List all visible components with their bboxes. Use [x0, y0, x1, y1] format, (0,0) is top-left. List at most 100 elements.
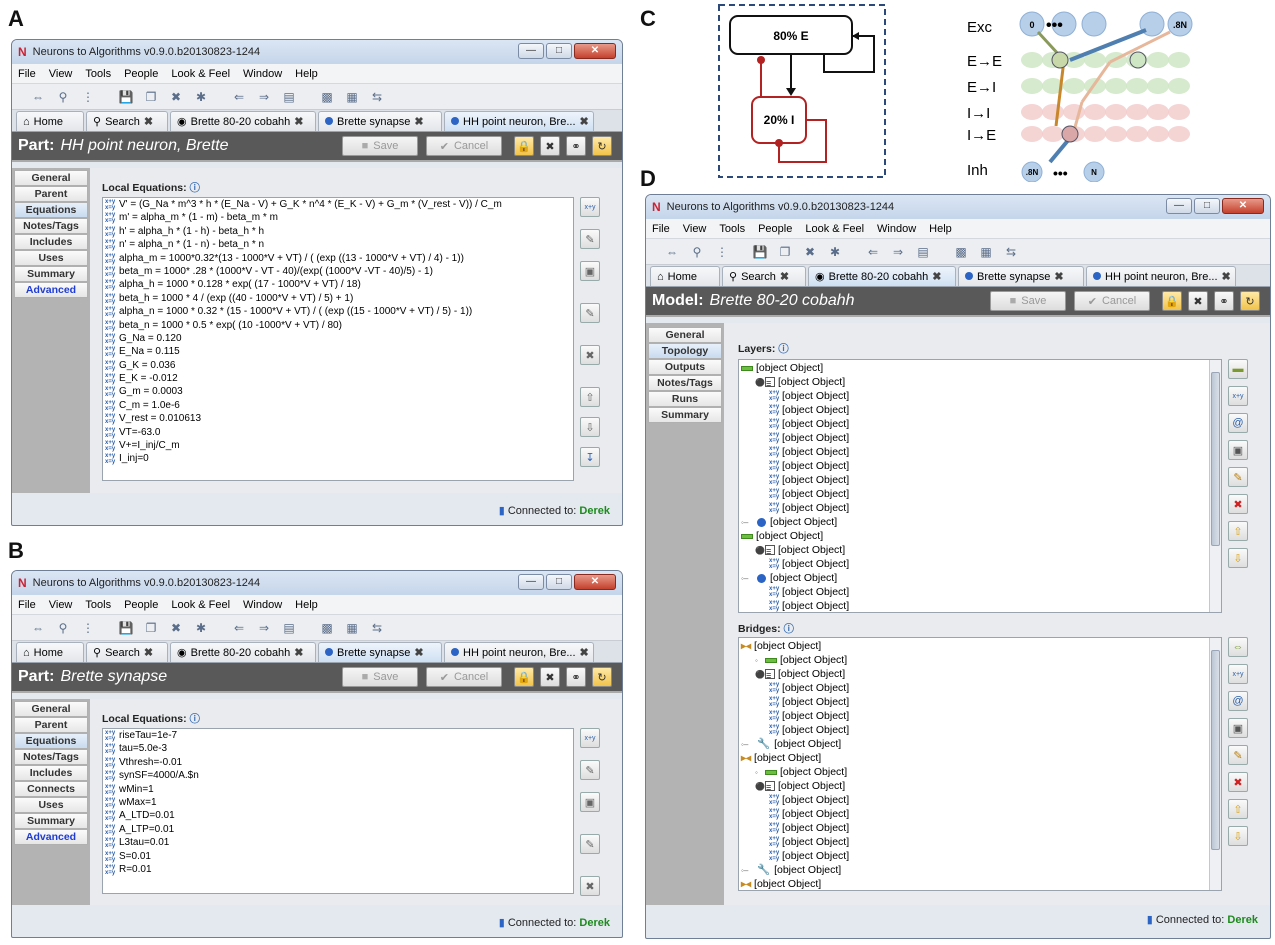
menu-help[interactable]: Help [295, 599, 318, 611]
close-tab-icon[interactable]: ✖ [932, 270, 941, 283]
menu-look-feel[interactable]: Look & Feel [171, 68, 230, 80]
equation-row[interactable]: x+y x=y I_inj=0 [103, 452, 573, 465]
tree-node-eq[interactable]: x+y x=y [object Object] [739, 835, 1209, 849]
save-button[interactable]: ■ Save [342, 136, 418, 156]
tree-node-eq[interactable]: x+y x=y [object Object] [739, 487, 1209, 501]
edit-icon[interactable]: ✎ [580, 229, 600, 249]
tree-node-eq[interactable]: x+y x=y [object Object] [739, 807, 1209, 821]
close-tab-icon[interactable]: ✖ [1222, 270, 1231, 283]
delete-icon[interactable]: ✖ [168, 620, 184, 636]
lock-icon[interactable]: 🔒 [1162, 291, 1182, 311]
tree-node-eq[interactable]: x+y x=y [object Object] [739, 849, 1209, 863]
close-button[interactable]: ✕ [1222, 198, 1264, 214]
menu-file[interactable]: File [18, 599, 36, 611]
sidebar-item-topology[interactable]: Topology [648, 343, 722, 359]
save-all-icon[interactable]: ❐ [143, 89, 159, 105]
tab-brette-synapse[interactable]: Brette synapse ✖ [958, 266, 1084, 286]
close-tab-icon[interactable]: ✖ [414, 115, 423, 128]
tab-home[interactable]: ⌂ Home [16, 642, 84, 662]
close-tab-icon[interactable]: ✖ [144, 646, 153, 659]
add-compartment-icon[interactable]: @ [1228, 691, 1248, 711]
close-tab-icon[interactable]: ✖ [414, 646, 423, 659]
link-icon[interactable]: ⚭ [1214, 291, 1234, 311]
equation-row[interactable]: x+y x=y m' = alpha_m * (1 - m) - beta_m * … [103, 211, 573, 224]
tab-search[interactable]: ⚲ Search ✖ [86, 642, 168, 662]
find-icon[interactable]: ⚲ [55, 620, 71, 636]
swap-icon[interactable]: ⇆ [369, 620, 385, 636]
view-icon[interactable]: ▣ [1228, 718, 1248, 738]
expand-handle-icon[interactable]: ◦– [741, 516, 757, 530]
tab-brette-80-20[interactable]: ◉ Brette 80-20 cobahh ✖ [808, 266, 956, 286]
pencil-icon[interactable]: ✎ [580, 303, 600, 323]
tree-node-eq[interactable]: x+y x=y [object Object] [739, 599, 1209, 612]
save-icon[interactable]: 💾 [118, 89, 134, 105]
expand-handle-icon[interactable]: ◦ [755, 654, 765, 668]
move-up-icon[interactable]: ⇧ [580, 387, 600, 407]
tree-node-conn[interactable]: ◦ [object Object] [739, 653, 1209, 667]
equation-row[interactable]: x+y x=y Vthresh=-0.01 [103, 756, 573, 769]
expand-handle-icon[interactable]: ◦ [755, 766, 765, 780]
add-equation-icon[interactable]: x+y [580, 197, 600, 217]
sidebar-item-equations[interactable]: Equations [14, 733, 88, 749]
find-icon[interactable]: ⚲ [55, 89, 71, 105]
lock-icon[interactable]: 🔒 [514, 136, 534, 156]
menu-help[interactable]: Help [295, 68, 318, 80]
tree-node-eq[interactable]: x+y x=y [object Object] [739, 417, 1209, 431]
equation-row[interactable]: x+y x=y S=0.01 [103, 850, 573, 863]
model-icon[interactable]: ⋮ [80, 89, 96, 105]
tree-node-group[interactable]: ⚫☰ [object Object] [739, 543, 1209, 557]
sidebar-item-general[interactable]: General [14, 701, 88, 717]
close-tab-icon[interactable]: ✖ [580, 115, 589, 128]
tab-brette-80-20[interactable]: ◉ Brette 80-20 cobahh ✖ [170, 111, 316, 131]
menu-look-feel[interactable]: Look & Feel [171, 599, 230, 611]
sidebar-item-summary[interactable]: Summary [648, 407, 722, 423]
add-compartment-icon[interactable]: @ [1228, 413, 1248, 433]
equation-row[interactable]: x+y x=y G_K = 0.036 [103, 359, 573, 372]
lock-icon[interactable]: 🔒 [514, 667, 534, 687]
equation-row[interactable]: x+y x=y V' = (G_Na * m^3 * h * (E_Na - V) … [103, 198, 573, 211]
save-button[interactable]: ■ Save [990, 291, 1066, 311]
equation-row[interactable]: x+y x=y E_K = -0.012 [103, 372, 573, 385]
maximize-button[interactable]: □ [546, 43, 572, 59]
sidebar-item-notes-tags[interactable]: Notes/Tags [14, 749, 88, 765]
equation-row[interactable]: x+y x=y tau=5.0e-3 [103, 742, 573, 755]
equation-row[interactable]: x+y x=y A_LTD=0.01 [103, 809, 573, 822]
tools-icon[interactable]: ✱ [827, 244, 843, 260]
refresh-icon[interactable]: ↻ [592, 136, 612, 156]
tab-brette-80-20[interactable]: ◉ Brette 80-20 cobahh ✖ [170, 642, 316, 662]
menu-people[interactable]: People [758, 223, 792, 235]
tools-icon[interactable]: ✱ [193, 620, 209, 636]
tools-icon[interactable]: ✱ [193, 89, 209, 105]
menu-look-feel[interactable]: Look & Feel [805, 223, 864, 235]
sidebar-item-uses[interactable]: Uses [14, 797, 88, 813]
cancel-button[interactable]: ✔ Cancel [426, 136, 502, 156]
tree-node-eq[interactable]: x+y x=y [object Object] [739, 585, 1209, 599]
equation-row[interactable]: x+y x=y G_m = 0.0003 [103, 385, 573, 398]
equation-row[interactable]: x+y x=y alpha_h = 1000 * 0.128 * exp( (17 … [103, 278, 573, 291]
tree-node-layer[interactable]: [object Object] [739, 529, 1209, 543]
close-tab-icon[interactable]: ✖ [1054, 270, 1063, 283]
delete-icon[interactable]: ✖ [168, 89, 184, 105]
tab-hh-point-neuron[interactable]: HH point neuron, Bre... ✖ [444, 111, 594, 131]
expand-handle-icon[interactable]: ◦– [741, 572, 757, 586]
menu-tools[interactable]: Tools [85, 599, 111, 611]
sidebar-item-connects[interactable]: Connects [14, 781, 88, 797]
tree-node-group[interactable]: ⚫☰ [object Object] [739, 779, 1209, 793]
save-all-icon[interactable]: ❐ [143, 620, 159, 636]
tree-node-conn[interactable]: ◦ [object Object] [739, 765, 1209, 779]
tree-node-comp[interactable]: ◦– [object Object] [739, 571, 1209, 585]
tree-node-bridge[interactable]: ▸◂ [object Object] [739, 639, 1209, 653]
tab-search[interactable]: ⚲ Search ✖ [722, 266, 806, 286]
forward-icon[interactable]: ⇒ [256, 620, 272, 636]
equation-row[interactable]: x+y x=y V+=I_inj/C_m [103, 439, 573, 452]
sidebar-item-uses[interactable]: Uses [14, 250, 88, 266]
add-equation-icon[interactable]: x+y [1228, 386, 1248, 406]
close-tab-icon[interactable]: ✖ [294, 646, 303, 659]
equation-row[interactable]: x+y x=y riseTau=1e-7 [103, 729, 573, 742]
tree-node-layer[interactable]: [object Object] [739, 361, 1209, 375]
equation-row[interactable]: x+y x=y beta_h = 1000 * 4 / (exp ((40 - 10… [103, 292, 573, 305]
sidebar-item-parent[interactable]: Parent [14, 717, 88, 733]
equation-row[interactable]: x+y x=y E_Na = 0.115 [103, 345, 573, 358]
menu-view[interactable]: View [49, 599, 73, 611]
refresh-icon[interactable]: ↻ [592, 667, 612, 687]
